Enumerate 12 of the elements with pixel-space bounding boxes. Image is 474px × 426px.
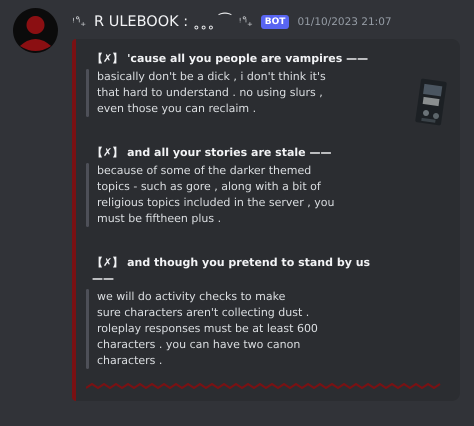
decoration-text: ꜝ ⁱ̊₊: [72, 16, 86, 28]
rule-text: we will do activity checks to make sure characters aren't collecting dust . roleplay responses must be at least 600 characters . you can have two canon characters .: [97, 289, 318, 369]
timestamp: 01/10/2023 21:07: [297, 16, 392, 28]
rule-heading: 【✗】 and though you pretend to stand by us ——: [91, 255, 372, 287]
avatar[interactable]: [13, 8, 58, 53]
rule-text: basically don't be a dick , i don't think it's that hard to understand . no using slurs , even those you can reclaim .: [97, 69, 326, 117]
decoration-text: ꜝ ⁱ̊₊: [238, 16, 253, 28]
bot-tag: BOT: [260, 15, 290, 29]
rule-heading: 【✗】 'cause all you people are vampires ——: [91, 51, 370, 67]
rule-text: because of some of the darker themed topics - such as gore , along with a bit of religious topics included in the server , you must be fiftheen plus .: [97, 163, 334, 227]
author-name[interactable]: R ULEBOOK : ˳˳˳ ⁀: [94, 14, 231, 30]
rule-heading: 【✗】 and all your stories are stale ——: [91, 145, 332, 161]
